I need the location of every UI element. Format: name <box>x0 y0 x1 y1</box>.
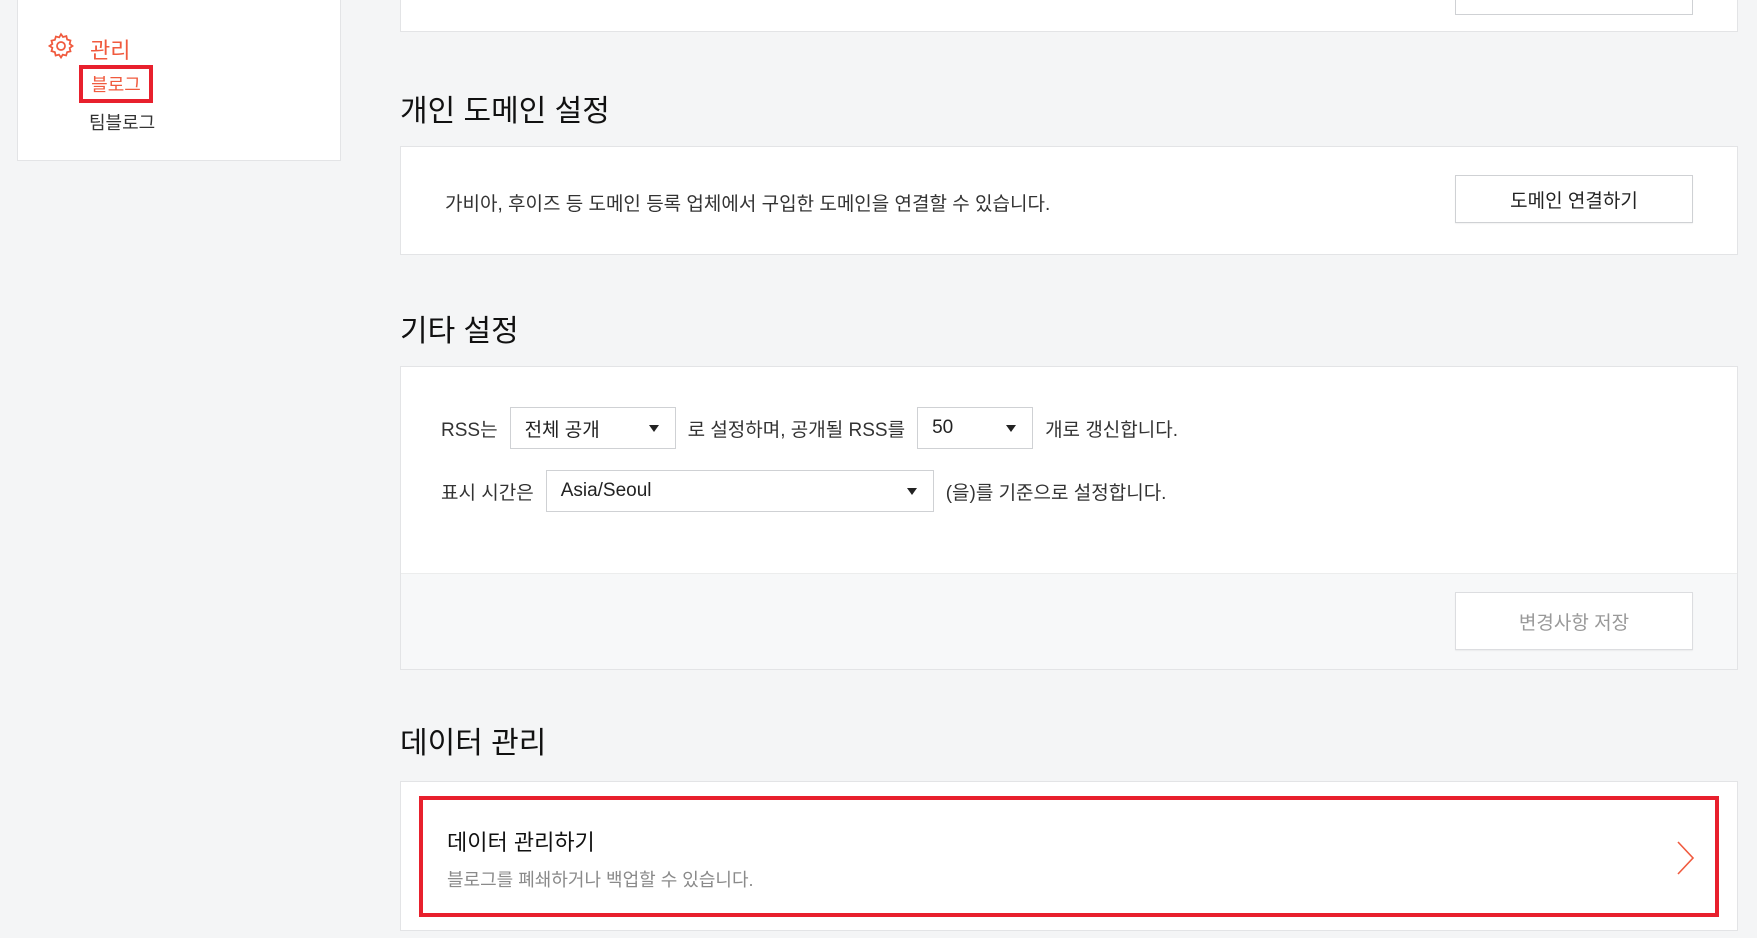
sidebar-section-label: 관리 <box>90 37 131 63</box>
data-panel: 데이터 관리하기 블로그를 폐쇄하거나 백업할 수 있습니다. <box>400 781 1738 931</box>
previous-section-button[interactable] <box>1455 0 1693 15</box>
data-management-link[interactable]: 데이터 관리하기 블로그를 폐쇄하거나 백업할 수 있습니다. <box>419 796 1719 917</box>
other-settings-footer: 변경사항 저장 <box>401 573 1737 669</box>
connect-domain-button[interactable]: 도메인 연결하기 <box>1455 175 1693 223</box>
timezone-prefix-label: 표시 시간은 <box>441 482 534 504</box>
previous-section-panel <box>400 0 1738 32</box>
sidebar-item-team-blog[interactable]: 팀블로그 <box>89 109 155 135</box>
rss-prefix-label: RSS는 <box>441 419 498 441</box>
domain-panel: 가비아, 후이즈 등 도메인 등록 업체에서 구입한 도메인을 연결할 수 있습… <box>400 146 1738 255</box>
sidebar-section-manage[interactable]: 관리 <box>46 31 130 66</box>
data-management-title: 데이터 관리하기 <box>447 830 595 855</box>
save-changes-button[interactable]: 변경사항 저장 <box>1455 592 1693 650</box>
caret-down-icon <box>1006 425 1017 432</box>
rss-count-value: 50 <box>932 417 954 438</box>
rss-row: RSS는 전체 공개 로 설정하며, 공개될 RSS를 50 개로 갱신합니다. <box>441 407 1178 449</box>
rss-middle-label: 로 설정하며, 공개될 RSS를 <box>687 419 906 441</box>
rss-visibility-value: 전체 공개 <box>524 419 600 441</box>
rss-suffix-label: 개로 갱신합니다. <box>1045 419 1178 441</box>
rss-visibility-select[interactable]: 전체 공개 <box>509 407 676 449</box>
rss-count-select[interactable]: 50 <box>917 407 1034 449</box>
timezone-row: 표시 시간은 Asia/Seoul (을)를 기준으로 설정합니다. <box>441 470 1166 512</box>
data-management-description: 블로그를 폐쇄하거나 백업할 수 있습니다. <box>447 870 754 890</box>
sidebar-item-blog[interactable]: 블로그 <box>79 65 153 103</box>
timezone-select[interactable]: Asia/Seoul <box>545 470 934 512</box>
timezone-suffix-label: (을)를 기준으로 설정합니다. <box>945 482 1167 504</box>
sidebar: 관리 블로그 팀블로그 <box>17 0 341 161</box>
settings-page: 관리 블로그 팀블로그 개인 도메인 설정 가비아, 후이즈 등 도메인 등록 … <box>0 0 1757 938</box>
timezone-value: Asia/Seoul <box>560 480 652 501</box>
data-section-title: 데이터 관리 <box>400 727 547 760</box>
caret-down-icon <box>906 488 917 495</box>
other-settings-panel: RSS는 전체 공개 로 설정하며, 공개될 RSS를 50 개로 갱신합니다.… <box>400 366 1738 670</box>
domain-description: 가비아, 후이즈 등 도메인 등록 업체에서 구입한 도메인을 연결할 수 있습… <box>445 194 1051 215</box>
domain-section-title: 개인 도메인 설정 <box>400 95 610 128</box>
other-settings-title: 기타 설정 <box>400 315 519 348</box>
gear-icon <box>46 31 76 66</box>
chevron-right-icon <box>1677 841 1695 875</box>
caret-down-icon <box>648 425 659 432</box>
